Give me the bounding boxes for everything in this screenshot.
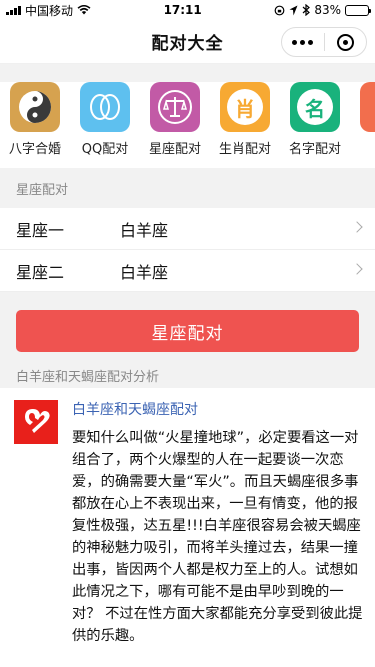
clock: 17:11 <box>163 3 202 17</box>
constellation-two-picker[interactable]: 星座二 白羊座 <box>0 250 375 292</box>
status-bar: 中国移动 17:11 83% <box>0 0 375 20</box>
menu-capsule <box>281 27 367 57</box>
section-header: 星座配对 <box>0 168 375 208</box>
zodiac-icon: 肖 <box>220 82 270 132</box>
category-zodiac[interactable]: 肖 生肖配对 <box>210 82 280 168</box>
category-name[interactable]: 名 名字配对 <box>280 82 350 168</box>
field-label: 星座二 <box>16 262 65 282</box>
category-label: 生肖配对 <box>218 142 271 157</box>
category-label: 名字配对 <box>288 142 341 157</box>
article-title[interactable]: 白羊座和天蝎座配对 <box>72 399 363 419</box>
bluetooth-icon <box>302 4 311 16</box>
category-scroller[interactable]: 八字合婚 QQ配对 星座配对 肖 生肖配对 名 名字配对 血 <box>0 82 375 168</box>
close-button[interactable] <box>325 33 367 51</box>
blood-icon <box>360 82 375 132</box>
location-icon <box>289 5 298 15</box>
more-button[interactable] <box>282 39 324 45</box>
category-label: 星座配对 <box>148 142 201 157</box>
yin-yang-icon <box>10 82 60 132</box>
category-bazi[interactable]: 八字合婚 <box>0 82 70 168</box>
category-constellation[interactable]: 星座配对 <box>140 82 210 168</box>
field-value: 白羊座 <box>120 262 169 282</box>
field-value: 白羊座 <box>120 220 169 240</box>
category-blood[interactable]: 血 <box>350 82 375 168</box>
battery-percent: 83% <box>314 3 341 17</box>
top-spacer <box>0 64 375 82</box>
field-label: 星座一 <box>16 220 65 240</box>
page-title: 配对大全 <box>151 34 224 54</box>
analysis-article: 白羊座和天蝎座配对 要知什么叫做“火星撞地球”，必定要看这一对组合了，两个火爆型… <box>0 388 375 647</box>
wifi-icon <box>77 5 91 15</box>
chevron-right-icon <box>351 221 363 233</box>
category-label: QQ配对 <box>81 142 129 157</box>
constellation-one-picker[interactable]: 星座一 白羊座 <box>0 208 375 250</box>
category-qq[interactable]: QQ配对 <box>70 82 140 168</box>
couple-icon <box>80 82 130 132</box>
analysis-header: 白羊座和天蝎座配对分析 <box>0 362 375 388</box>
rotation-lock-icon <box>274 5 285 15</box>
nav-bar: 配对大全 <box>0 20 375 64</box>
app-logo-icon <box>14 400 58 444</box>
libra-scale-icon <box>150 82 200 132</box>
battery-icon <box>344 4 371 16</box>
match-button[interactable]: 星座配对 <box>16 310 359 352</box>
category-label: 八字合婚 <box>8 142 61 157</box>
chevron-right-icon <box>351 263 363 275</box>
signal-icon <box>6 5 21 15</box>
article-body: 要知什么叫做“火星撞地球”，必定要看这一对组合了，两个火爆型的人在一起要谈一次恋… <box>72 430 363 644</box>
name-icon: 名 <box>290 82 340 132</box>
submit-area: 星座配对 <box>0 292 375 362</box>
carrier-label: 中国移动 <box>25 3 74 18</box>
close-circle-icon <box>336 33 354 51</box>
